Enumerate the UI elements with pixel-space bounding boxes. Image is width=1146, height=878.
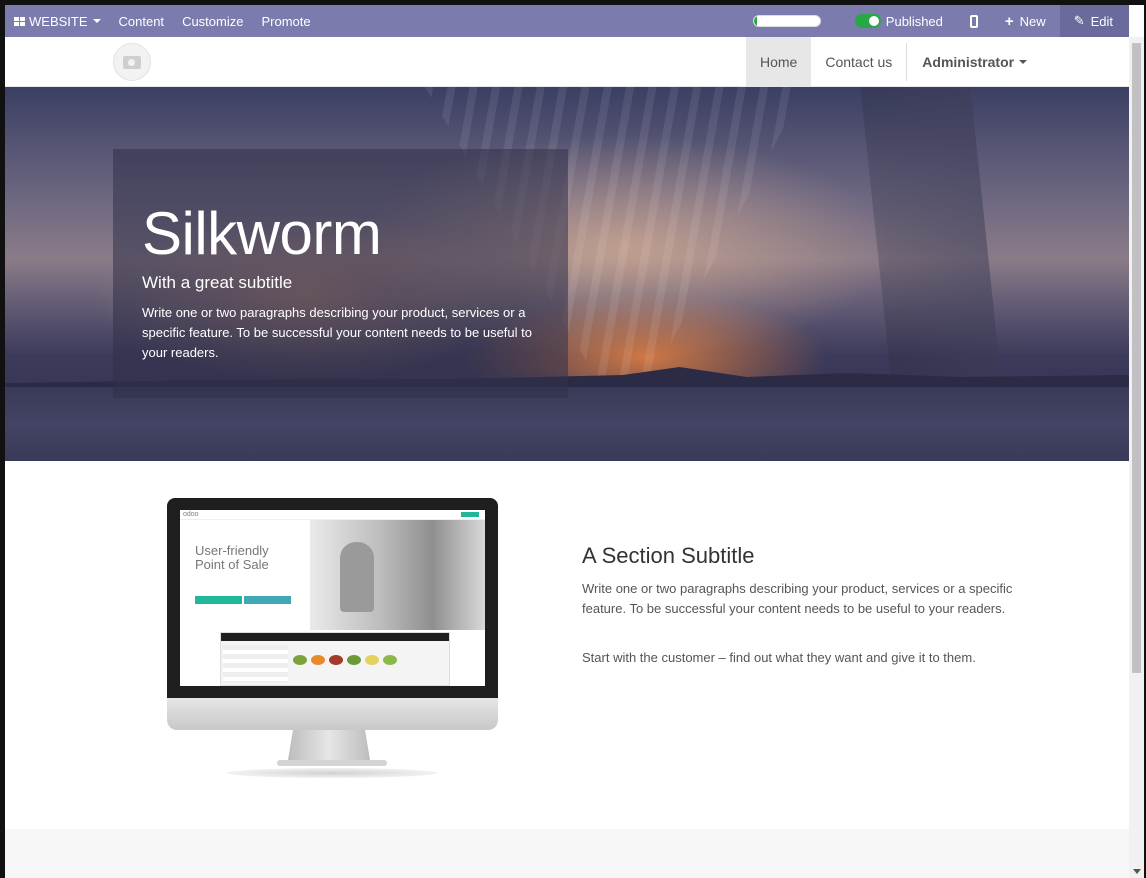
admin-bar-right: Published + New ✎ Edit <box>752 5 1129 37</box>
monitor-image: odoo User-friendly Point of Sale <box>167 498 498 788</box>
edit-button[interactable]: ✎ Edit <box>1059 5 1129 37</box>
screen-photo <box>310 520 485 630</box>
promote-menu[interactable]: Promote <box>252 5 319 37</box>
published-label: Published <box>885 13 943 29</box>
new-button[interactable]: + New <box>996 5 1060 37</box>
sea <box>5 387 1129 461</box>
website-menu[interactable]: WEBSITE <box>5 5 110 37</box>
hero-text-box: Silkworm With a great subtitle Write one… <box>113 149 568 398</box>
screen-heading-line1: User-friendly <box>195 543 269 558</box>
site-logo[interactable] <box>113 43 151 81</box>
camera-placeholder-icon <box>123 55 141 69</box>
hero-title: Silkworm <box>142 200 382 267</box>
screen-navbar: odoo <box>180 510 485 520</box>
screen-logo: odoo <box>183 511 199 518</box>
hero-paragraph: Write one or two paragraphs describing y… <box>142 305 532 360</box>
monitor-shadow <box>227 768 437 778</box>
screen-cta <box>461 512 479 517</box>
screen-heading-line2: Point of Sale <box>195 557 269 572</box>
user-menu-label: Administrator <box>922 54 1015 70</box>
admin-bar: WEBSITE Content Customize Promote Publis… <box>5 5 1129 37</box>
vertical-scrollbar[interactable] <box>1129 37 1144 878</box>
monitor-stand <box>288 730 370 760</box>
scroll-down-arrow-icon[interactable] <box>1133 869 1141 874</box>
mobile-preview-button[interactable] <box>952 5 996 37</box>
screen-person <box>340 542 374 612</box>
screen-pos-window <box>220 632 450 686</box>
caret-down-icon <box>1019 60 1028 64</box>
nav-item-contact[interactable]: Contact us <box>811 37 906 87</box>
website-menu-label: WEBSITE <box>29 13 88 29</box>
nav-item-home[interactable]: Home <box>746 37 812 87</box>
mobile-phone-icon <box>969 14 978 28</box>
hero-banner: Silkworm With a great subtitle Write one… <box>5 87 1129 461</box>
publish-toggle[interactable]: Published <box>846 5 952 37</box>
seo-progress-bar[interactable] <box>752 15 821 27</box>
new-label: New <box>1019 13 1046 29</box>
apps-grid-icon <box>14 16 25 26</box>
section-title: A Section Subtitle <box>582 543 755 568</box>
screen-buttons <box>195 596 293 604</box>
monitor-chin <box>167 698 498 730</box>
monitor-base <box>277 760 387 766</box>
scrollbar-thumb[interactable] <box>1132 43 1141 673</box>
content-section: odoo User-friendly Point of Sale A Secti… <box>5 461 1129 829</box>
monitor-screen: odoo User-friendly Point of Sale <box>167 498 498 698</box>
next-section <box>5 829 1129 878</box>
pencil-icon: ✎ <box>1073 13 1085 28</box>
hero-subtitle: With a great subtitle <box>142 273 293 292</box>
plus-icon: + <box>1004 12 1014 30</box>
user-menu[interactable]: Administrator <box>907 37 1041 87</box>
edit-label: Edit <box>1090 13 1113 29</box>
site-header: Home Contact us Administrator <box>5 37 1129 87</box>
section-paragraph: Write one or two paragraphs describing y… <box>582 581 1013 616</box>
main-nav: Home Contact us Administrator <box>746 37 1041 87</box>
screen-heading: User-friendly Point of Sale <box>195 544 269 572</box>
toggle-switch-icon <box>854 14 881 28</box>
screen-content: odoo User-friendly Point of Sale <box>180 510 485 686</box>
customize-menu[interactable]: Customize <box>173 5 252 37</box>
caret-down-icon <box>92 19 101 23</box>
content-menu[interactable]: Content <box>110 5 174 37</box>
section-paragraph-2: Start with the customer – find out what … <box>582 650 976 665</box>
browser-frame: WEBSITE Content Customize Promote Publis… <box>5 5 1144 878</box>
